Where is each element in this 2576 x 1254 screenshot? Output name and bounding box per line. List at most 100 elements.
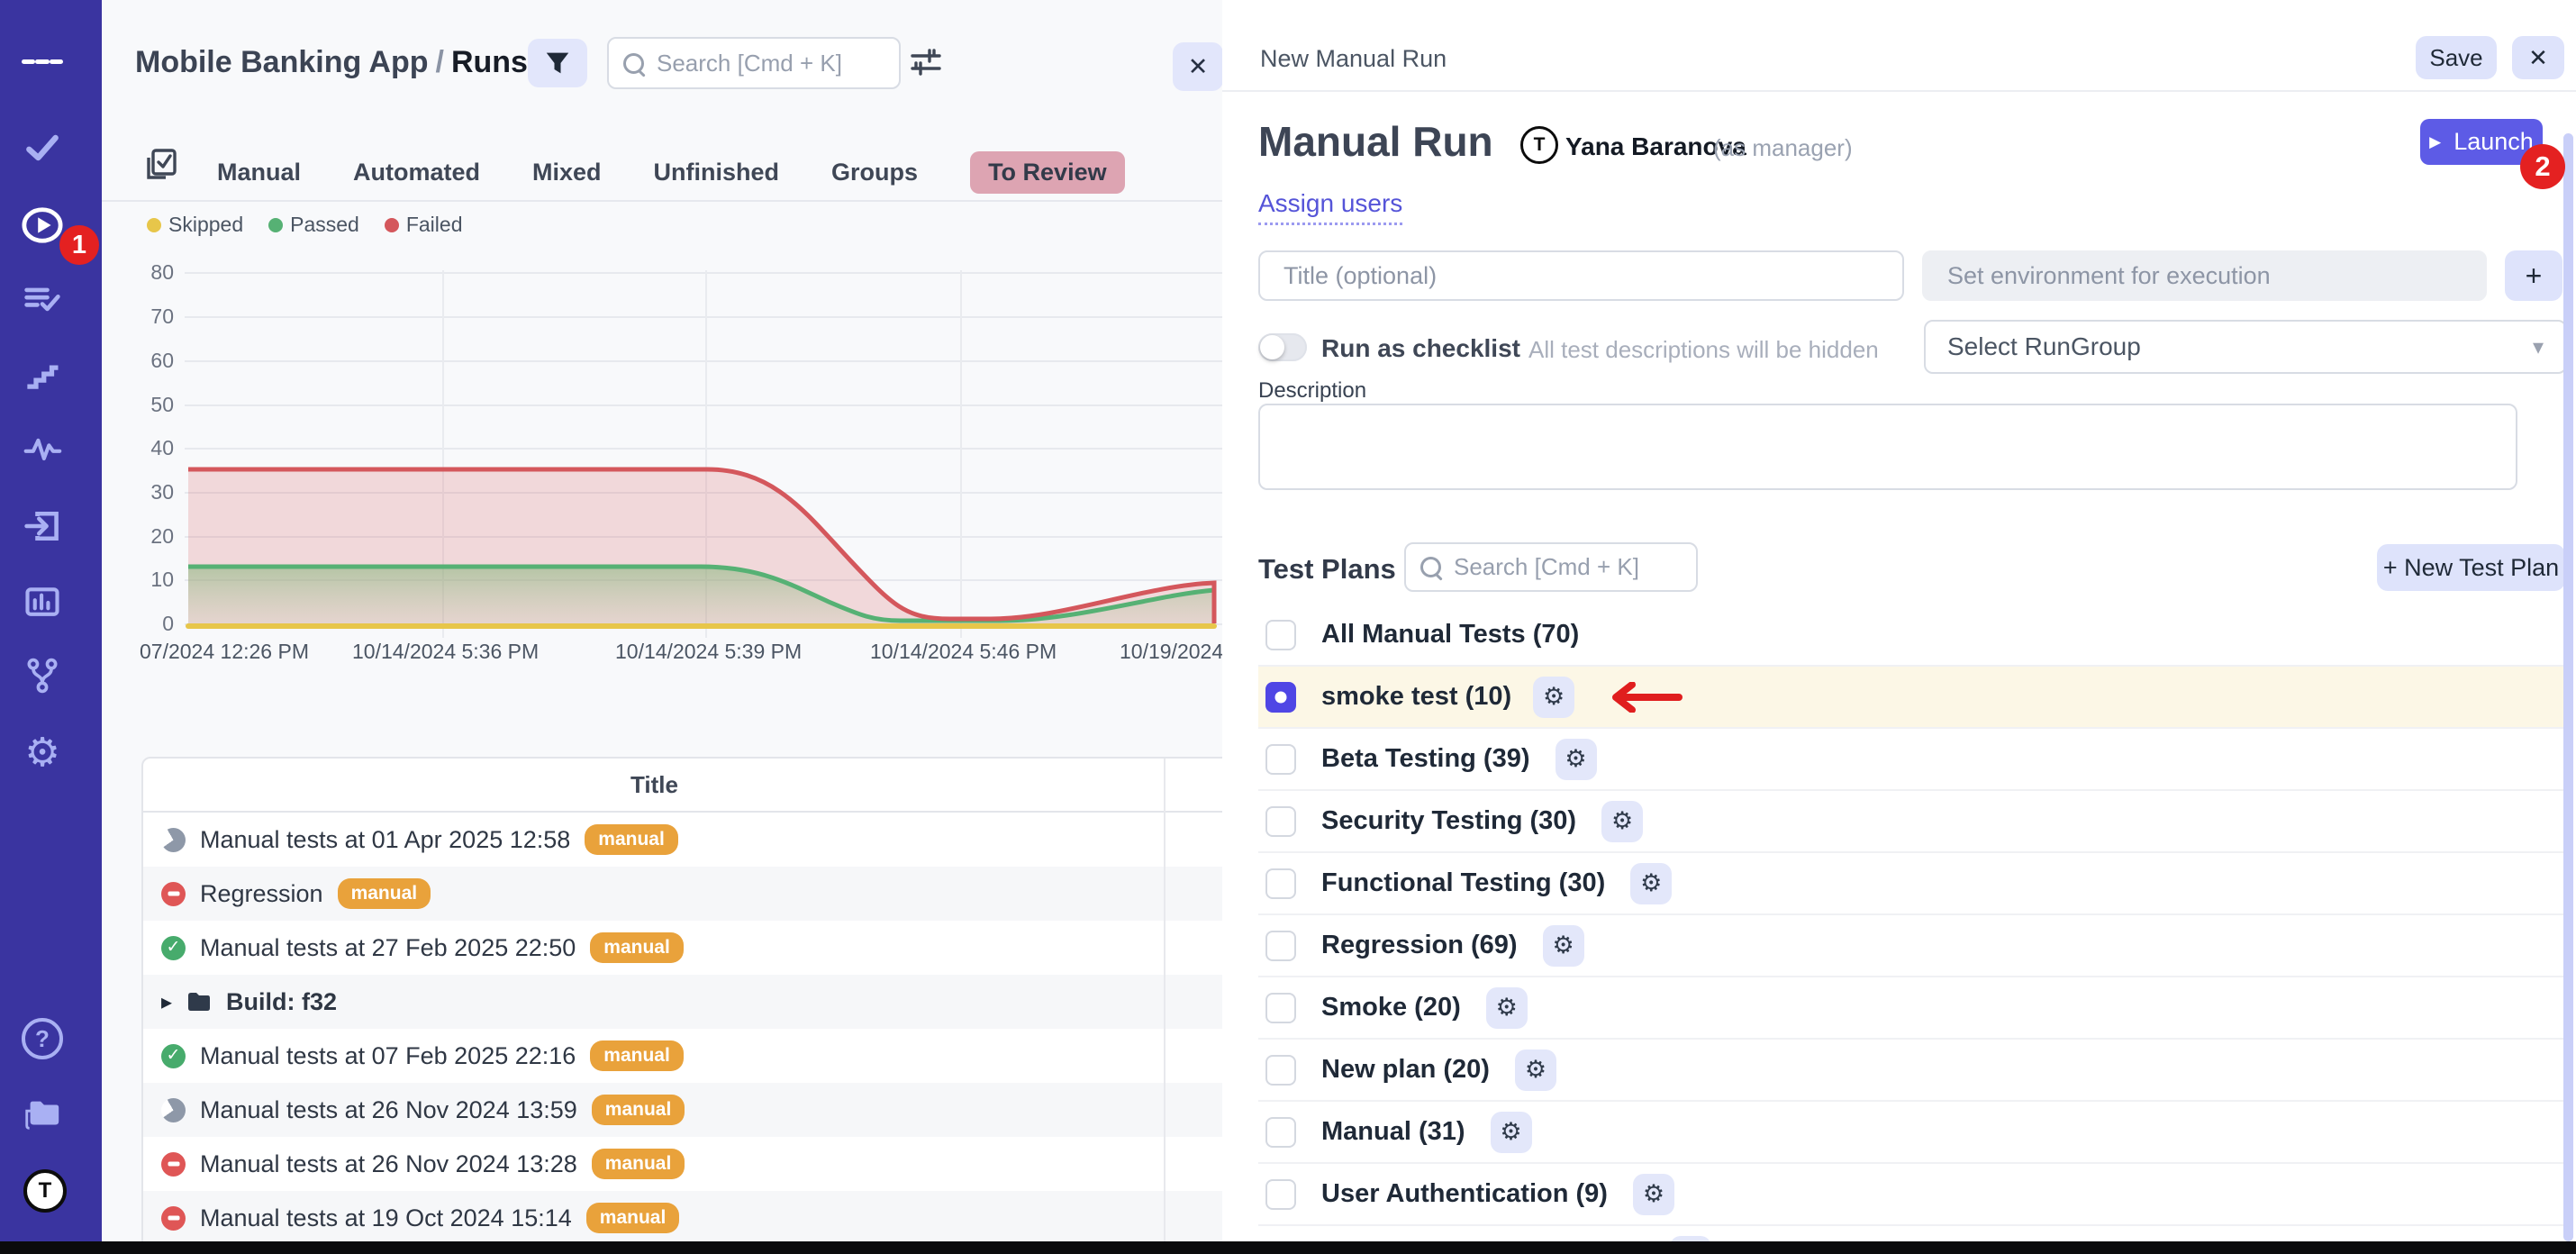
settings-gear-icon[interactable]: ⚙: [22, 732, 63, 773]
assign-users-link[interactable]: Assign users: [1258, 189, 1402, 225]
view-settings-button[interactable]: [910, 47, 942, 77]
pulse-activity-icon[interactable]: [22, 428, 63, 469]
test-plan-row[interactable]: Manual (31) ⚙: [1258, 1102, 2563, 1164]
rungroup-select[interactable]: Select RunGroup ▾: [1924, 320, 2567, 374]
close-icon: ✕: [1188, 53, 1209, 81]
test-plan-row[interactable]: Security Testing (30) ⚙: [1258, 791, 2563, 853]
add-environment-button[interactable]: +: [2505, 250, 2562, 301]
plan-checkbox[interactable]: [1265, 931, 1296, 961]
help-icon[interactable]: ?: [22, 1018, 63, 1059]
checklist-hint: All test descriptions will be hidden: [1528, 336, 1879, 364]
caret-right-icon[interactable]: ▸: [161, 989, 172, 1015]
bottom-scroll-bar[interactable]: [0, 1241, 2576, 1254]
runs-search[interactable]: [607, 37, 901, 89]
in-progress-icon: [161, 1098, 186, 1122]
plan-settings-button[interactable]: ⚙: [1533, 677, 1574, 718]
plan-checkbox-checked[interactable]: [1265, 682, 1296, 713]
gear-icon: ⚙: [1640, 869, 1662, 897]
plan-settings-button[interactable]: ⚙: [1543, 925, 1584, 967]
tab-unfinished[interactable]: Unfinished: [654, 159, 780, 186]
plan-checkbox[interactable]: [1265, 806, 1296, 837]
run-as-checklist-toggle[interactable]: [1258, 333, 1307, 361]
failed-dot-icon: [385, 218, 399, 232]
tab-automated[interactable]: Automated: [353, 159, 480, 186]
menu-icon[interactable]: [22, 41, 63, 82]
plan-checkbox[interactable]: [1265, 744, 1296, 775]
plan-settings-button[interactable]: ⚙: [1630, 863, 1672, 904]
table-row[interactable]: Manual tests at 19 Oct 2024 15:14 manual: [143, 1191, 1224, 1245]
description-label: Description: [1258, 378, 1366, 404]
plan-settings-button[interactable]: ⚙: [1556, 739, 1597, 780]
plan-settings-button[interactable]: ⚙: [1491, 1112, 1532, 1153]
test-plan-row[interactable]: Functional Testing (30) ⚙: [1258, 853, 2563, 915]
chart-series-svg: [185, 266, 1218, 635]
test-plans-search[interactable]: [1404, 542, 1698, 592]
user-avatar-logo[interactable]: T: [23, 1169, 67, 1213]
table-row[interactable]: Regression manual: [143, 867, 1224, 921]
filter-button[interactable]: [528, 39, 587, 87]
table-row[interactable]: Manual tests at 26 Nov 2024 13:28 manual: [143, 1137, 1224, 1191]
run-title-input[interactable]: [1282, 261, 1881, 291]
select-runs-button[interactable]: [144, 147, 178, 181]
tab-manual[interactable]: Manual: [217, 159, 301, 186]
test-plan-row[interactable]: Regression (69) ⚙: [1258, 915, 2563, 977]
chevron-down-icon: ▾: [2533, 334, 2544, 360]
search-icon: [623, 53, 644, 74]
plan-checkbox[interactable]: [1265, 993, 1296, 1023]
play-icon: ▶: [2429, 133, 2441, 151]
drawer-close-button[interactable]: ✕: [2512, 36, 2564, 79]
sliders-icon: [910, 47, 942, 77]
tab-to-review[interactable]: To Review: [970, 151, 1125, 194]
table-row[interactable]: Manual tests at 27 Feb 2025 22:50 manual: [143, 921, 1224, 975]
test-plan-row[interactable]: All Manual Tests (70): [1258, 604, 2563, 667]
analytics-chart-icon[interactable]: [22, 581, 63, 622]
panel-close-button[interactable]: ✕: [1173, 42, 1223, 91]
branches-icon[interactable]: [22, 655, 63, 696]
environment-field[interactable]: [1922, 250, 2487, 301]
skipped-dot-icon: [147, 218, 161, 232]
test-plan-row[interactable]: Beta Testing (39) ⚙: [1258, 729, 2563, 791]
runs-play-icon[interactable]: [22, 204, 63, 246]
passed-icon: [161, 936, 186, 960]
plan-checkbox[interactable]: [1265, 1117, 1296, 1148]
gear-icon: ⚙: [1543, 683, 1565, 711]
test-plan-row[interactable]: User Authentication (9) ⚙: [1258, 1164, 2563, 1226]
close-icon: ✕: [2528, 44, 2548, 72]
plan-settings-button[interactable]: ⚙: [1515, 1050, 1556, 1091]
checklist-icon: [144, 147, 178, 181]
import-signin-icon[interactable]: [22, 505, 63, 547]
plan-settings-button[interactable]: ⚙: [1486, 987, 1528, 1029]
test-plan-row[interactable]: Smoke (20) ⚙: [1258, 977, 2563, 1040]
test-plans-search-input[interactable]: [1452, 552, 1682, 582]
plan-checkbox[interactable]: [1265, 868, 1296, 899]
tests-check-icon[interactable]: [22, 127, 63, 168]
environment-input[interactable]: [1946, 261, 2463, 291]
test-plan-row-selected[interactable]: smoke test (10) ⚙: [1258, 667, 2563, 729]
plan-checkbox[interactable]: [1265, 1179, 1296, 1210]
table-row[interactable]: Manual tests at 26 Nov 2024 13:59 manual: [143, 1083, 1224, 1137]
runs-search-input[interactable]: [655, 49, 884, 78]
tab-mixed[interactable]: Mixed: [532, 159, 602, 186]
plan-checkbox[interactable]: [1265, 620, 1296, 650]
breadcrumb-separator: /: [429, 45, 451, 79]
steps-stairs-icon[interactable]: [22, 354, 63, 395]
table-row[interactable]: Manual tests at 01 Apr 2025 12:58 manual: [143, 813, 1224, 867]
plan-settings-button[interactable]: ⚙: [1601, 801, 1643, 842]
new-test-plan-button[interactable]: + New Test Plan: [2377, 544, 2565, 591]
drawer-scrollbar[interactable]: [2563, 133, 2573, 1241]
plan-checkbox[interactable]: [1265, 1055, 1296, 1086]
checklist-label: Run as checklist: [1321, 334, 1520, 363]
projects-folder-icon[interactable]: [22, 1094, 63, 1135]
table-row-folder[interactable]: ▸ Build: f32: [143, 975, 1224, 1029]
table-row[interactable]: Manual tests at 07 Feb 2025 22:16 manual: [143, 1029, 1224, 1083]
save-button[interactable]: Save: [2416, 36, 2497, 79]
plan-settings-button[interactable]: ⚙: [1633, 1174, 1674, 1215]
tabs-divider: [102, 200, 1222, 202]
annotation-arrow-left: [1609, 682, 1683, 713]
breadcrumb-project[interactable]: Mobile Banking App: [135, 45, 429, 79]
description-textarea[interactable]: [1258, 404, 2517, 490]
test-plan-row[interactable]: New plan (20) ⚙: [1258, 1040, 2563, 1102]
tab-groups[interactable]: Groups: [831, 159, 918, 186]
results-list-icon[interactable]: [22, 278, 63, 320]
run-title-field[interactable]: [1258, 250, 1904, 301]
